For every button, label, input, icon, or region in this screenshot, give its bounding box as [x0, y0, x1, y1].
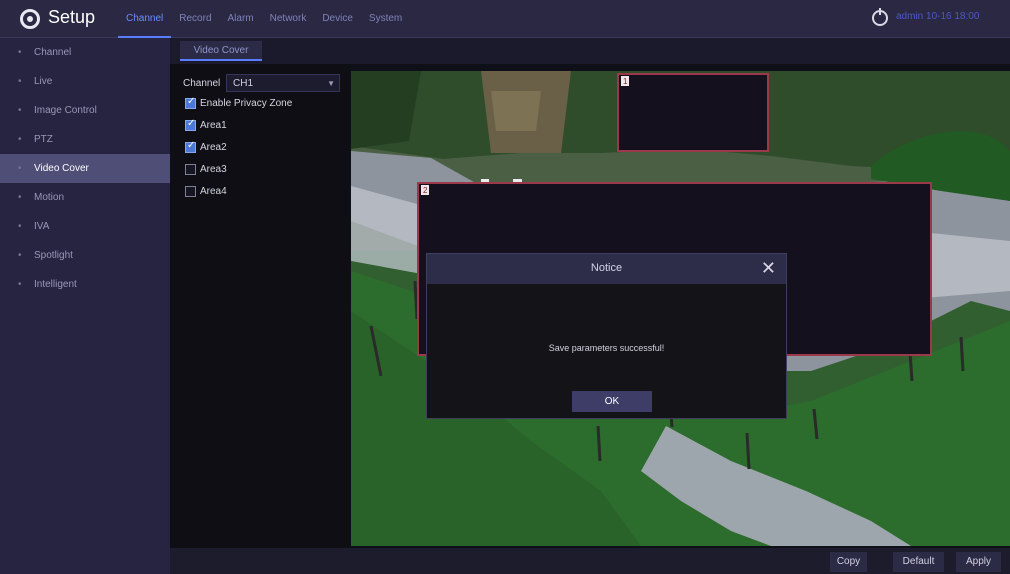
notice-title: Notice [590, 262, 623, 274]
sidebar-item-channel[interactable]: Channel [0, 38, 170, 67]
gear-circle-icon [20, 9, 40, 29]
default-button[interactable]: Default [893, 552, 944, 572]
area2-checkbox[interactable] [185, 140, 196, 153]
subtab-bar: Video Cover [170, 38, 1010, 64]
notice-header: Notice ✕ [427, 254, 786, 284]
tab-video-cover[interactable]: Video Cover [180, 41, 262, 61]
channel-label: Channel [183, 78, 221, 89]
close-icon[interactable]: ✕ [761, 259, 776, 277]
app-title: Setup [48, 7, 96, 27]
channel-select[interactable]: CH1 ▼ [226, 74, 340, 92]
apply-button[interactable]: Apply [956, 552, 1001, 572]
sidebar-item-image-control[interactable]: Image Control [0, 96, 170, 125]
power-icon[interactable] [872, 8, 888, 26]
sidebar-item-live[interactable]: Live [0, 67, 170, 96]
nav-network[interactable]: Network [262, 0, 315, 38]
zone-label-2: 2 [423, 186, 428, 195]
notice-message: Save parameters successful! [548, 343, 665, 353]
nav-alarm[interactable]: Alarm [220, 0, 262, 38]
area3-row[interactable]: Area3 [185, 161, 227, 177]
nav-system[interactable]: System [361, 0, 410, 38]
top-nav: Channel Record Alarm Network Device Syst… [118, 0, 410, 38]
top-bar: Setup Channel Record Alarm Network Devic… [0, 0, 1010, 38]
sidebar-item-video-cover[interactable]: Video Cover [0, 154, 170, 183]
controls-panel: Channel CH1 ▼ Enable Privacy Zone Area1 … [170, 64, 350, 548]
sidebar-item-iva[interactable]: IVA [0, 212, 170, 241]
channel-value: CH1 [233, 78, 254, 89]
notice-dialog: Notice ✕ Save parameters successful! OK [426, 253, 787, 419]
area1-label: Area1 [200, 119, 227, 131]
enable-privacy-zone-checkbox[interactable] [185, 96, 196, 109]
nav-device[interactable]: Device [314, 0, 361, 38]
user-info-link[interactable]: admin 10-16 18:00 [896, 11, 979, 22]
enable-privacy-zone-row[interactable]: Enable Privacy Zone [185, 95, 292, 111]
sidebar-item-motion[interactable]: Motion [0, 183, 170, 212]
zone-label-1: 1 [623, 77, 628, 86]
nav-channel[interactable]: Channel [118, 0, 172, 38]
area2-label: Area2 [200, 141, 227, 153]
sidebar: Channel Live Image Control PTZ Video Cov… [0, 38, 170, 574]
enable-privacy-zone-label: Enable Privacy Zone [200, 97, 293, 109]
area4-checkbox[interactable] [185, 185, 196, 197]
area1-row[interactable]: Area1 [185, 117, 227, 133]
area2-row[interactable]: Area2 [185, 139, 227, 155]
sidebar-item-spotlight[interactable]: Spotlight [0, 241, 170, 270]
area4-label: Area4 [200, 185, 227, 197]
nav-record[interactable]: Record [171, 0, 219, 38]
sidebar-item-ptz[interactable]: PTZ [0, 125, 170, 154]
area4-row[interactable]: Area4 [185, 183, 227, 199]
area1-checkbox[interactable] [185, 118, 196, 131]
area3-label: Area3 [200, 163, 227, 175]
ok-button[interactable]: OK [572, 391, 652, 412]
sidebar-item-intelligent[interactable]: Intelligent [0, 270, 170, 299]
copy-button[interactable]: Copy [830, 552, 867, 572]
chevron-down-icon: ▼ [327, 79, 335, 88]
area3-checkbox[interactable] [185, 163, 196, 175]
bottom-actions-bar: Copy Default Apply [170, 548, 1010, 574]
